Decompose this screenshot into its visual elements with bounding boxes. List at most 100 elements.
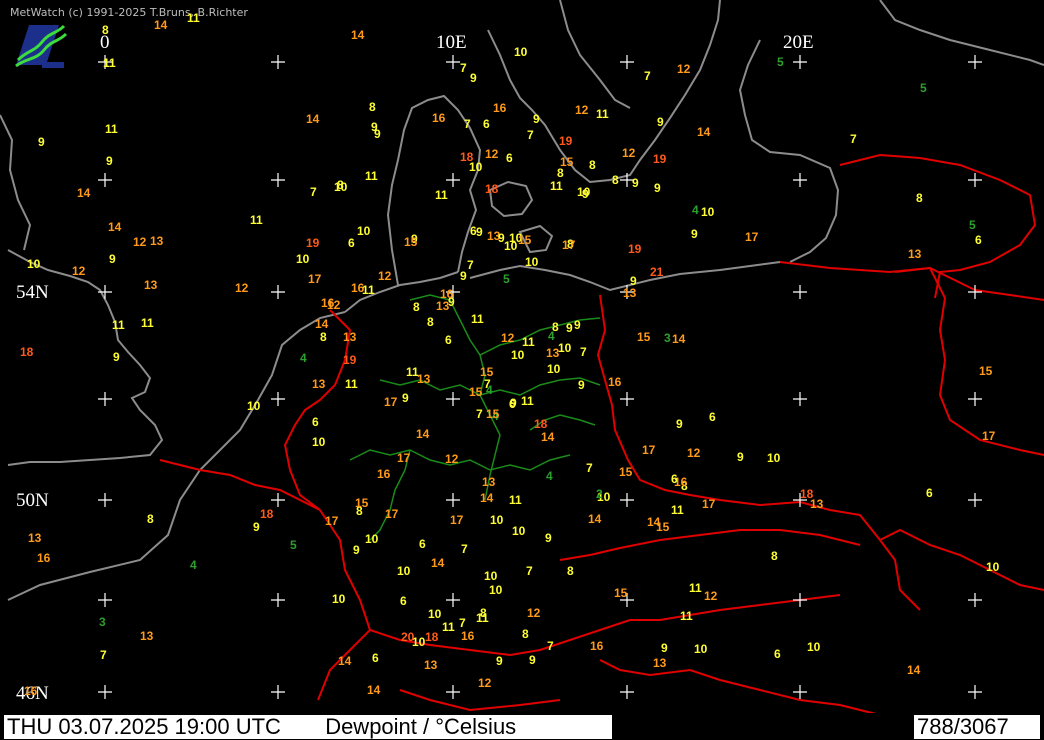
dewpoint-value: 17 [325,514,339,528]
dewpoint-value: 10 [504,239,518,253]
dewpoint-value: 7 [460,61,467,75]
dewpoint-value: 10 [365,532,379,546]
dewpoint-value: 7 [580,345,587,359]
dewpoint-value: 12 [527,606,541,620]
dewpoint-value: 9 [476,225,483,239]
dewpoint-value: 9 [496,654,503,668]
status-datetime: THU 03.07.2025 19:00 UTC [7,714,281,739]
dewpoint-value: 9 [371,120,378,134]
dewpoint-value: 15 [404,235,418,249]
dewpoint-value: 7 [526,564,533,578]
weather-map[interactable]: MetWatch (c) 1991-2025 T.Bruns, B.Richte… [0,0,1044,740]
dewpoint-value: 9 [533,112,540,126]
dewpoint-value: 14 [306,112,320,126]
dewpoint-value: 7 [547,639,554,653]
dewpoint-value: 17 [450,513,464,527]
dewpoint-value: 7 [644,69,651,83]
latitude-label-54n: 54N [16,282,49,303]
copyright-credit: MetWatch (c) 1991-2025 T.Bruns, B.Richte… [10,6,248,19]
dewpoint-value: 14 [431,556,445,570]
dewpoint-value: 17 [384,395,398,409]
dewpoint-value: 9 [253,520,260,534]
dewpoint-value: 14 [480,491,494,505]
dewpoint-value: 5 [777,55,784,69]
dewpoint-value: 20 [401,630,415,644]
dewpoint-value: 11 [521,394,534,408]
dewpoint-value: 3 [99,615,106,629]
dewpoint-value: 18 [260,507,274,521]
dewpoint-value: 10 [558,341,572,355]
dewpoint-value: 15 [614,586,628,600]
dewpoint-value: 9 [113,350,120,364]
dewpoint-value: 13 [436,299,450,313]
dewpoint-value: 9 [106,154,113,168]
dewpoint-value: 11 [471,312,484,326]
dewpoint-value: 6 [709,410,716,424]
german-state-borders [349,294,601,541]
dewpoint-value: 18 [800,487,814,501]
dewpoint-value: 9 [737,450,744,464]
dewpoint-value: 14 [907,663,921,677]
dewpoint-value: 10 [428,607,442,621]
dewpoint-value: 13 [908,247,922,261]
dewpoint-value: 12 [133,235,147,249]
dewpoint-value: 12 [704,589,718,603]
dewpoint-value: 10 [525,255,539,269]
dewpoint-value: 11 [522,335,535,349]
dewpoint-value: 8 [612,173,619,187]
dewpoint-value: 8 [480,606,487,620]
status-datetime-box: THU 03.07.2025 19:00 UTC Dewpoint / °Cel… [4,715,612,739]
dewpoint-value: 18 [485,182,499,196]
dewpoint-value: 4 [190,558,197,572]
dewpoint-value: 15 [637,330,651,344]
dewpoint-value: 13 [140,629,154,643]
dewpoint-value: 8 [589,158,596,172]
dewpoint-value: 7 [461,542,468,556]
dewpoint-value: 11 [250,213,263,227]
dewpoint-value: 14 [697,125,711,139]
dewpoint-value: 11 [689,581,702,595]
dewpoint-value: 14 [77,186,91,200]
dewpoint-value: 14 [108,220,122,234]
dewpoint-value: 4 [546,469,553,483]
dewpoint-value: 17 [397,451,411,465]
status-bar: THU 03.07.2025 19:00 UTC Dewpoint / °Cel… [0,713,1044,740]
dewpoint-value: 10 [296,252,310,266]
dewpoint-value: 12 [687,446,701,460]
dewpoint-value: 13 [312,377,326,391]
dewpoint-value: 7 [459,616,466,630]
dewpoint-value: 19 [559,134,573,148]
dewpoint-value: 7 [476,407,483,421]
dewpoint-value: 12 [378,269,392,283]
dewpoint-value: 19 [306,236,320,250]
dewpoint-value: 14 [315,317,329,331]
dewpoint-value: 10 [986,560,1000,574]
dewpoint-value: 6 [509,397,516,411]
dewpoint-value: 6 [774,647,781,661]
dewpoint-value: 9 [109,252,116,266]
dewpoint-value: 9 [630,274,637,288]
dewpoint-value: 16 [377,467,391,481]
dewpoint-value: 10 [807,640,821,654]
dewpoint-value: 6 [926,486,933,500]
dewpoint-value: 18 [460,150,474,164]
dewpoint-value: 2 [596,487,603,501]
dewpoint-value: 10 [547,362,561,376]
dewpoint-value: 12 [445,452,459,466]
dewpoint-value: 10 [247,399,261,413]
dewpoint-value: 15 [355,496,369,510]
dewpoint-value: 12 [485,147,499,161]
dewpoint-value: 8 [567,564,574,578]
dewpoint-value: 8 [557,166,564,180]
dewpoint-value: 13 [482,475,496,489]
dewpoint-value: 16 [461,629,475,643]
dewpoint-value: 8 [147,512,154,526]
dewpoint-value: 10 [312,435,326,449]
dewpoint-value: 12 [72,264,86,278]
dewpoint-value: 9 [460,269,467,283]
dewpoint-value: 14 [351,28,365,42]
dewpoint-value: 17 [745,230,759,244]
longitude-label-20e: 20E [783,32,814,53]
dewpoint-value: 11 [103,56,116,70]
dewpoint-value: 11 [141,316,154,330]
